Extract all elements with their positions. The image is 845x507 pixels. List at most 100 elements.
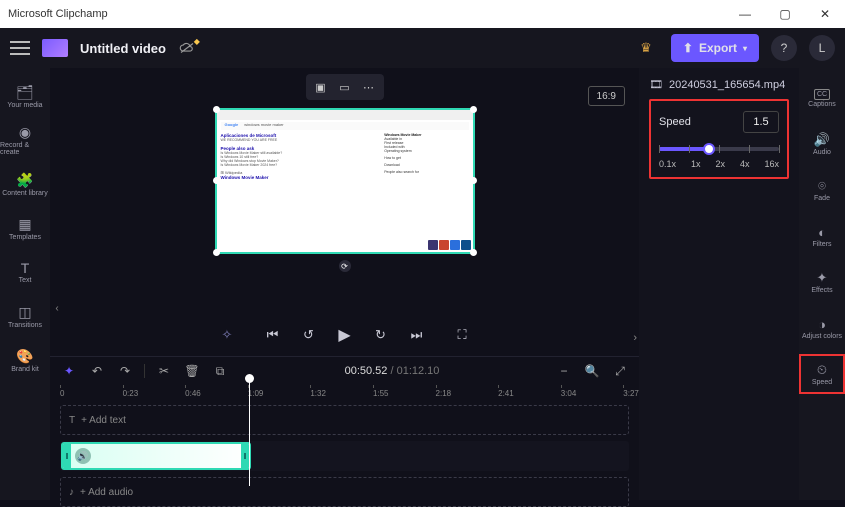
resize-handle[interactable]: [213, 177, 220, 184]
captions-icon: CC: [814, 89, 830, 100]
ai-enhance-icon[interactable]: ✧: [218, 326, 236, 344]
delete-icon[interactable]: 🗑: [183, 362, 201, 380]
film-icon: 🎞: [649, 78, 663, 91]
skip-start-icon[interactable]: ⏮: [264, 326, 282, 344]
resize-handle[interactable]: [470, 249, 477, 256]
sidebar-content-library[interactable]: 🧩Content library: [0, 164, 50, 204]
fullscreen-icon[interactable]: ⛶: [453, 326, 471, 344]
speed-value-input[interactable]: 1.5: [743, 111, 779, 133]
crop-icon[interactable]: ▣: [312, 78, 330, 96]
upload-icon: ⬆: [683, 41, 693, 55]
speed-slider[interactable]: [659, 147, 779, 151]
avatar[interactable]: L: [809, 35, 835, 61]
rn-filters[interactable]: ◐Filters: [799, 216, 845, 256]
project-title[interactable]: Untitled video: [80, 41, 166, 56]
brand-icon: 🎨: [16, 348, 33, 365]
resize-handle[interactable]: [213, 249, 220, 256]
timecode: 00:50.52 / 01:12.10: [345, 365, 440, 377]
undo-icon[interactable]: ↶: [88, 362, 106, 380]
audio-track-icon: ♪: [69, 487, 74, 498]
slider-knob[interactable]: [703, 143, 715, 155]
fit-icon[interactable]: ▭: [336, 78, 354, 96]
window-maximize[interactable]: ▢: [765, 0, 805, 28]
timeline-toolbar: ✦ ↶ ↷ ✂ 🗑 ⧉ 00:50.52 / 01:12.10 − 🔍 ⤢: [50, 357, 639, 385]
rn-audio[interactable]: 🔊Audio: [799, 124, 845, 164]
sidebar-brand-kit[interactable]: 🎨Brand kit: [0, 340, 50, 380]
help-button[interactable]: ?: [771, 35, 797, 61]
sidebar-text[interactable]: TText: [0, 252, 50, 292]
clip-audio-icon: 🔊: [75, 448, 91, 464]
zoom-fit-icon[interactable]: ⤢: [611, 362, 629, 380]
text-track[interactable]: T + Add text: [60, 405, 629, 435]
export-label: Export: [699, 41, 737, 55]
speed-tick-labels: 0.1x 1x 2x 4x 16x: [659, 159, 779, 169]
resize-handle[interactable]: [470, 106, 477, 113]
sidebar-your-media[interactable]: 🗂Your media: [0, 76, 50, 116]
sidebar-transitions[interactable]: ◫Transitions: [0, 296, 50, 336]
more-icon[interactable]: ⋯: [360, 78, 378, 96]
timeline-panel: ✦ ↶ ↷ ✂ 🗑 ⧉ 00:50.52 / 01:12.10 − 🔍 ⤢ 00…: [50, 356, 639, 500]
resize-handle[interactable]: [213, 106, 220, 113]
transport-controls: ✧ ⏮ ↺ ▶ ↻ ⏭ ⛶: [50, 320, 639, 350]
transitions-icon: ◫: [18, 304, 31, 321]
audio-icon: 🔊: [814, 132, 830, 148]
playhead[interactable]: [249, 380, 250, 486]
aspect-ratio-button[interactable]: 16:9: [588, 86, 625, 106]
window-minimize[interactable]: —: [725, 0, 765, 28]
duplicate-icon[interactable]: ⧉: [211, 362, 229, 380]
zoom-in-icon[interactable]: 🔍: [583, 362, 601, 380]
app-title: Microsoft Clipchamp: [8, 8, 108, 20]
rn-fade[interactable]: ⌾Fade: [799, 170, 845, 210]
effects-icon: ✦: [817, 270, 828, 286]
fade-icon: ⌾: [818, 178, 826, 194]
text-track-icon: T: [69, 415, 75, 426]
rewind-icon[interactable]: ↺: [300, 326, 318, 344]
templates-icon: ▦: [18, 216, 31, 233]
record-icon: ◉: [19, 124, 31, 141]
clip-filename: 🎞 20240531_165654.mp4: [649, 78, 789, 91]
text-track-placeholder: + Add text: [81, 415, 126, 426]
preview-frame-content: Googlewindows movie maker Aplicaciones d…: [217, 110, 473, 252]
resize-handle[interactable]: [470, 177, 477, 184]
rn-effects[interactable]: ✦Effects: [799, 262, 845, 302]
clip-trim-left[interactable]: ‖: [63, 444, 71, 468]
clip-trim-right[interactable]: ‖: [241, 444, 249, 468]
window-close[interactable]: ✕: [805, 0, 845, 28]
upgrade-icon[interactable]: ♛: [633, 35, 659, 61]
left-sidebar: 🗂Your media ◉Record & create 🧩Content li…: [0, 68, 50, 500]
audio-track[interactable]: ♪ + Add audio: [60, 477, 629, 507]
zoom-out-icon[interactable]: −: [555, 362, 573, 380]
rn-speed[interactable]: ⏲Speed: [799, 354, 845, 394]
text-icon: T: [21, 260, 30, 276]
menu-icon[interactable]: [10, 41, 30, 55]
app-topbar: Untitled video ◆ ♛ ⬆ Export ▾ ? L: [0, 28, 845, 68]
preview-thumbnails: [428, 240, 471, 250]
rotate-handle[interactable]: ⟳: [339, 260, 351, 272]
properties-panel: 🎞 20240531_165654.mp4 Speed 1.5 0.1x 1x …: [639, 68, 799, 500]
project-icon: [42, 39, 68, 57]
sidebar-templates[interactable]: ▦Templates: [0, 208, 50, 248]
sidebar-record[interactable]: ◉Record & create: [0, 120, 50, 160]
rn-captions[interactable]: CCCaptions: [799, 78, 845, 118]
forward-icon[interactable]: ↻: [372, 326, 390, 344]
sync-status-icon[interactable]: ◆: [178, 41, 196, 55]
add-icon[interactable]: ✦: [60, 362, 78, 380]
video-preview[interactable]: ⟳ Googlewindows movie maker Aplicaciones…: [215, 108, 475, 254]
rn-adjust-colors[interactable]: ◑Adjust colors: [799, 308, 845, 348]
library-icon: 🧩: [16, 172, 33, 189]
video-clip[interactable]: ‖ ‖ 🔊: [61, 442, 251, 470]
chevron-down-icon: ▾: [743, 44, 747, 53]
skip-end-icon[interactable]: ⏭: [408, 326, 426, 344]
window-titlebar: Microsoft Clipchamp — ▢ ✕: [0, 0, 845, 28]
play-button[interactable]: ▶: [336, 326, 354, 344]
speed-panel: Speed 1.5 0.1x 1x 2x 4x 16x: [649, 99, 789, 179]
split-icon[interactable]: ✂: [155, 362, 173, 380]
export-button[interactable]: ⬆ Export ▾: [671, 34, 759, 62]
redo-icon[interactable]: ↷: [116, 362, 134, 380]
adjust-icon: ◑: [818, 317, 826, 332]
speedometer-icon: ⏲: [817, 362, 827, 378]
speed-label: Speed: [659, 116, 691, 128]
editor-center: ‹ › ▣ ▭ ⋯ 16:9 ⟳ Googlewindows movie mak…: [50, 68, 639, 500]
timeline-ruler[interactable]: 00:230:461:091:321:552:182:413:043:27: [60, 385, 629, 405]
video-track[interactable]: ‖ ‖ 🔊: [60, 441, 629, 471]
